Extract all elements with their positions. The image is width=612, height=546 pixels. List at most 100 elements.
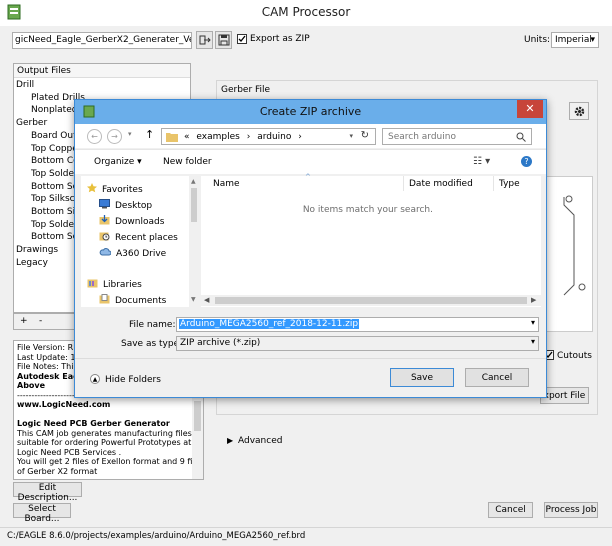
- dialog-title: Create ZIP archive: [259, 105, 362, 118]
- nav-item[interactable]: Libraries: [87, 278, 142, 291]
- scroll-right-icon[interactable]: ▶: [531, 296, 536, 304]
- select-board-button[interactable]: Select Board...: [13, 503, 71, 524]
- description-line: Logic Need PCB Gerber Generator: [17, 419, 170, 428]
- nav-item-label: Recent places: [115, 233, 178, 243]
- chevron-down-icon[interactable]: ▾: [349, 132, 353, 140]
- add-output-button[interactable]: +: [20, 316, 28, 326]
- back-arrow-icon[interactable]: ←: [87, 129, 102, 144]
- column-type[interactable]: Type: [499, 179, 520, 189]
- export-zip-checkbox[interactable]: [237, 34, 247, 44]
- description-line: of Gerber X2 format: [17, 466, 98, 476]
- advanced-expander-icon[interactable]: ▶: [227, 436, 233, 445]
- breadcrumb-separator[interactable]: ›: [298, 132, 302, 142]
- save-type-select[interactable]: ZIP archive (*.zip) ▾: [176, 336, 539, 351]
- description-line: www.LogicNeed.com: [17, 400, 111, 409]
- hide-folders-icon[interactable]: ▲: [90, 374, 100, 384]
- nav-item-label: Libraries: [103, 280, 142, 290]
- search-placeholder: Search arduino: [388, 132, 456, 142]
- breadcrumb-prefix: «: [184, 132, 190, 142]
- tree-item[interactable]: Top Coppe: [31, 144, 78, 154]
- file-name-label: File name:: [129, 320, 176, 330]
- chevron-down-icon: ▾: [590, 35, 595, 45]
- nav-scrollbar[interactable]: ▲ ▼: [189, 176, 199, 307]
- remove-output-button[interactable]: -: [39, 316, 42, 326]
- nav-item[interactable]: Documents: [99, 294, 166, 307]
- libraries-icon: [87, 278, 98, 291]
- checkmark-icon: [238, 35, 246, 42]
- chevron-down-icon[interactable]: ▾: [531, 318, 535, 327]
- close-icon: ✕: [525, 102, 535, 115]
- gear-icon: [574, 106, 584, 117]
- chevron-down-icon[interactable]: ▾: [531, 337, 535, 346]
- new-folder-button[interactable]: New folder: [163, 157, 212, 167]
- tree-item[interactable]: Drawings: [16, 245, 58, 255]
- advanced-label[interactable]: Advanced: [238, 436, 282, 446]
- search-icon: [516, 132, 526, 142]
- tree-item[interactable]: Top Solder: [31, 220, 78, 230]
- recent-dropdown-icon[interactable]: ▾: [128, 130, 132, 138]
- file-list-scroll-thumb[interactable]: [215, 297, 527, 304]
- scroll-left-icon[interactable]: ◀: [204, 296, 209, 304]
- description-scroll-thumb[interactable]: [194, 401, 201, 431]
- units-value: Imperial: [555, 35, 592, 45]
- cancel-button[interactable]: Cancel: [488, 502, 533, 518]
- open-cam-button[interactable]: [196, 31, 213, 49]
- tree-item[interactable]: Legacy: [16, 258, 48, 268]
- nav-item[interactable]: Downloads: [99, 215, 164, 228]
- breadcrumb-examples[interactable]: examples: [196, 132, 239, 142]
- scroll-up-icon[interactable]: ▲: [191, 178, 196, 185]
- column-divider: [403, 176, 404, 191]
- dialog-divider: [75, 358, 546, 359]
- units-select[interactable]: Imperial ▾: [551, 32, 599, 48]
- nav-item[interactable]: Desktop: [99, 199, 152, 212]
- dialog-close-button[interactable]: ✕: [517, 100, 543, 118]
- column-date-modified[interactable]: Date modified: [409, 179, 473, 189]
- units-label: Units:: [524, 35, 551, 45]
- open-file-icon: [199, 35, 211, 45]
- save-button[interactable]: Save: [390, 368, 454, 387]
- export-file-button[interactable]: xport File: [540, 387, 589, 404]
- hide-folders-button[interactable]: Hide Folders: [105, 375, 161, 385]
- tree-item[interactable]: Nonplated: [31, 105, 77, 115]
- file-list-pane: Name ^ Date modified Type No items match…: [201, 173, 541, 307]
- nav-item[interactable]: Favorites: [87, 183, 143, 196]
- save-cam-button[interactable]: [215, 31, 232, 49]
- organize-menu[interactable]: Organize ▾: [94, 157, 142, 167]
- edit-description-button[interactable]: Edit Description...: [13, 482, 82, 503]
- address-bar[interactable]: « examples › arduino › ▾ ↻: [161, 128, 376, 145]
- refresh-icon[interactable]: ↻: [361, 130, 369, 141]
- nav-scroll-thumb[interactable]: [191, 188, 197, 222]
- breadcrumb-arduino[interactable]: arduino: [257, 132, 291, 142]
- column-name[interactable]: Name: [213, 179, 240, 189]
- nav-item[interactable]: A360 Drive: [99, 247, 166, 260]
- tree-item[interactable]: Gerber: [16, 118, 47, 128]
- tree-item[interactable]: Board Outl: [31, 131, 79, 141]
- view-options-icon[interactable]: ☷ ▾: [473, 156, 490, 167]
- settings-button[interactable]: [569, 102, 589, 120]
- nav-item-label: Downloads: [115, 217, 165, 227]
- save-type-value: ZIP archive (*.zip): [180, 338, 261, 348]
- search-input[interactable]: Search arduino: [382, 128, 532, 145]
- forward-arrow-icon[interactable]: →: [107, 129, 122, 144]
- file-name-input[interactable]: Arduino_MEGA2560_ref_2018-12-11.zip ▾: [176, 317, 539, 332]
- up-arrow-icon[interactable]: ↑: [145, 128, 154, 141]
- scroll-down-icon[interactable]: ▼: [191, 296, 196, 303]
- cam-file-field[interactable]: gicNeed_Eagle_GerberX2_Generater_Ver R7.…: [12, 32, 192, 49]
- tree-item[interactable]: Top Silkscr: [31, 194, 78, 204]
- recent-places-icon: [99, 231, 110, 244]
- description-line: suitable for ordering Powerful Prototype…: [17, 438, 192, 447]
- file-list-hscrollbar[interactable]: ◀ ▶: [201, 295, 541, 306]
- dialog-cancel-button[interactable]: Cancel: [465, 368, 529, 387]
- help-icon[interactable]: ?: [521, 156, 532, 167]
- tree-item[interactable]: Bottom Co: [31, 156, 79, 166]
- sort-arrow-icon: ^: [305, 173, 311, 181]
- tree-item[interactable]: Drill: [16, 80, 34, 90]
- breadcrumb-separator[interactable]: ›: [247, 132, 251, 142]
- nav-item-label: Favorites: [102, 185, 143, 195]
- tree-item[interactable]: Top Solder: [31, 169, 78, 179]
- cutouts-label: Cutouts: [557, 351, 592, 361]
- navigation-pane: Favorites Desktop Downloads Recent places A3…: [81, 176, 199, 307]
- process-job-button[interactable]: Process Job: [544, 502, 598, 518]
- downloads-icon: [99, 215, 110, 228]
- nav-item[interactable]: Recent places: [99, 231, 178, 244]
